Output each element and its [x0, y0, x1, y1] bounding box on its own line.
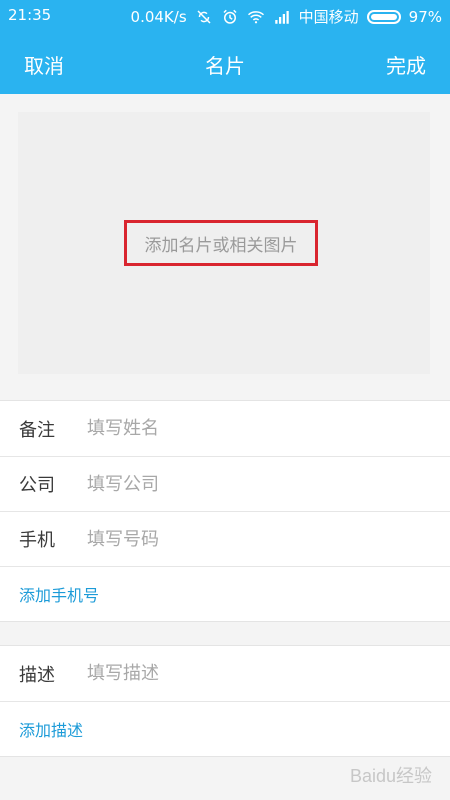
add-description-button[interactable]: 添加描述 — [0, 701, 450, 756]
battery-percent: 97% — [408, 7, 442, 26]
carrier-name: 中国移动 — [298, 8, 359, 26]
description-row: 描述 — [0, 646, 450, 701]
status-right: 0.04K/s 中国移动 97% — [131, 6, 442, 27]
company-row: 公司 — [0, 456, 450, 511]
sync-off-icon — [195, 8, 213, 26]
nav-bar: 取消 名片 完成 — [0, 34, 450, 92]
watermark: Baidu经验 — [349, 766, 432, 786]
description-form: 描述 添加描述 — [0, 645, 450, 757]
company-label: 公司 — [19, 475, 55, 496]
phone-input[interactable] — [85, 527, 389, 551]
name-label: 备注 — [19, 419, 55, 441]
phone-row: 手机 — [0, 511, 450, 566]
signal-icon — [273, 8, 291, 26]
done-button[interactable]: 完成 — [386, 50, 426, 79]
description-input[interactable] — [85, 662, 389, 685]
name-row: 备注 — [0, 401, 450, 456]
status-time: 21:35 — [8, 6, 52, 24]
wifi-icon — [247, 8, 265, 26]
top-header: 21:35 0.04K/s 中国移动 97% 取消 名片 完成 — [0, 0, 450, 94]
status-bar: 21:35 0.04K/s 中国移动 97% — [0, 0, 450, 32]
phone-label: 手机 — [19, 530, 55, 551]
add-phone-button[interactable]: 添加手机号 — [0, 566, 450, 621]
page-title: 名片 — [205, 54, 245, 78]
add-card-image-button[interactable]: 添加名片或相关图片 — [124, 220, 318, 266]
network-speed: 0.04K/s — [130, 7, 187, 26]
name-input[interactable] — [85, 417, 389, 440]
contact-form: 备注 公司 手机 添加手机号 — [0, 400, 450, 622]
battery-icon — [366, 9, 401, 24]
company-input[interactable] — [85, 472, 389, 496]
alarm-icon — [221, 8, 239, 26]
description-label: 描述 — [19, 664, 55, 686]
card-image-area[interactable]: 添加名片或相关图片 — [18, 112, 430, 374]
